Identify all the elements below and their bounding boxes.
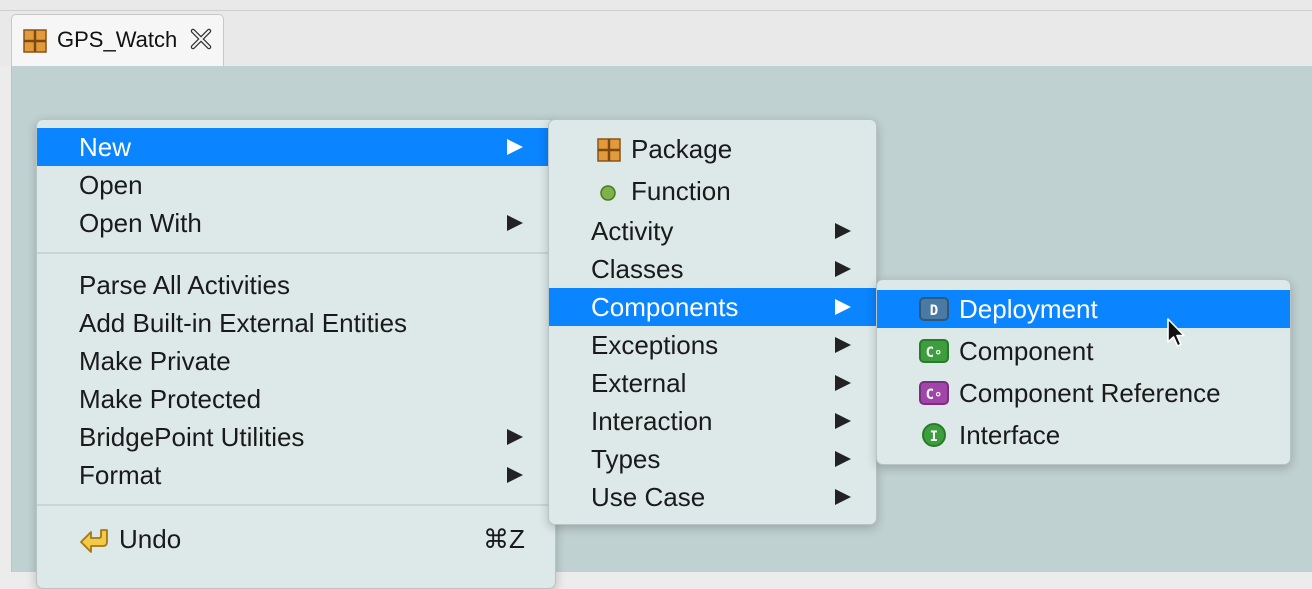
submenu-item-classes[interactable]: Classes (549, 250, 876, 288)
menu-item-undo[interactable]: Undo ⌘Z (37, 520, 555, 558)
menu-item-label: Component (959, 336, 1094, 366)
menu-item-bridgepoint-utilities[interactable]: BridgePoint Utilities (37, 418, 555, 456)
mouse-cursor-icon (1166, 318, 1186, 353)
submenu-arrow-icon (835, 299, 851, 315)
submenu-arrow-icon (835, 375, 851, 391)
menu-item-label: Interface (959, 420, 1061, 450)
deployment-icon: D (919, 297, 949, 321)
submenu-item-exceptions[interactable]: Exceptions (549, 326, 876, 364)
submenu-item-deployment[interactable]: D Deployment (877, 290, 1290, 328)
menu-item-label: Exceptions (591, 330, 719, 360)
menu-item-label: Make Private (79, 346, 231, 376)
menu-item-make-protected[interactable]: Make Protected (37, 380, 555, 418)
submenu-item-component-reference[interactable]: C∘ Component Reference (877, 374, 1290, 412)
editor-tab-bar: GPS_Watch (0, 0, 1312, 66)
menu-item-label: Deployment (959, 294, 1098, 324)
submenu-item-activity[interactable]: Activity (549, 212, 876, 250)
menu-item-label: Make Protected (79, 384, 262, 414)
function-icon (599, 184, 617, 207)
submenu-arrow-icon (835, 451, 851, 467)
editor-tab-title: GPS_Watch (57, 27, 178, 52)
components-submenu: D Deployment C∘ Component C∘ Component R… (876, 279, 1291, 465)
menu-item-label: Format (79, 460, 162, 490)
submenu-arrow-icon (835, 337, 851, 353)
package-icon (23, 29, 47, 58)
new-submenu: Package Function Activity Classes Compon… (548, 119, 877, 525)
close-tab-icon[interactable] (190, 28, 212, 50)
menu-item-open-with[interactable]: Open With (37, 204, 555, 242)
menu-item-label: Types (591, 444, 661, 474)
menu-item-label: New (79, 132, 132, 162)
editor-tab[interactable]: GPS_Watch (11, 14, 224, 66)
interface-icon: I (922, 423, 946, 447)
component-reference-icon: C∘ (919, 381, 949, 405)
menu-item-label: Open (79, 170, 143, 200)
menu-item-open[interactable]: Open (37, 166, 555, 204)
submenu-arrow-icon (835, 413, 851, 429)
submenu-arrow-icon (835, 489, 851, 505)
submenu-item-use-case[interactable]: Use Case (549, 478, 876, 516)
menu-item-add-built-in-external-entities[interactable]: Add Built-in External Entities (37, 304, 555, 342)
submenu-item-components[interactable]: Components (549, 288, 876, 326)
submenu-arrow-icon (507, 139, 523, 155)
submenu-item-package[interactable]: Package (549, 130, 876, 168)
submenu-item-component[interactable]: C∘ Component (877, 332, 1290, 370)
menu-item-label: Function (631, 176, 731, 206)
menu-separator (37, 504, 555, 506)
menu-item-label: Package (631, 134, 733, 164)
package-icon (597, 138, 621, 167)
menu-item-shortcut: ⌘Z (483, 524, 525, 554)
menu-item-format[interactable]: Format (37, 456, 555, 494)
menu-item-label: Activity (591, 216, 674, 246)
menu-item-label: External (591, 368, 687, 398)
component-icon: C∘ (919, 339, 949, 363)
menu-item-label: Parse All Activities (79, 270, 290, 300)
menu-item-new[interactable]: New (37, 128, 555, 166)
context-menu: New Open Open With Parse All Activities … (36, 119, 556, 589)
undo-icon (79, 526, 111, 559)
submenu-arrow-icon (507, 429, 523, 445)
submenu-item-interface[interactable]: I Interface (877, 416, 1290, 454)
submenu-item-interaction[interactable]: Interaction (549, 402, 876, 440)
tab-bar-border (0, 10, 1312, 11)
menu-item-make-private[interactable]: Make Private (37, 342, 555, 380)
menu-item-label: Add Built-in External Entities (79, 308, 408, 338)
menu-item-label: Open With (79, 208, 202, 238)
submenu-item-external[interactable]: External (549, 364, 876, 402)
menu-separator (37, 252, 555, 254)
submenu-arrow-icon (835, 261, 851, 277)
menu-item-label: Use Case (591, 482, 706, 512)
menu-item-label: Components (591, 292, 739, 322)
submenu-arrow-icon (835, 223, 851, 239)
menu-item-label: Undo (119, 524, 182, 554)
menu-item-label: Interaction (591, 406, 713, 436)
submenu-arrow-icon (507, 215, 523, 231)
menu-item-parse-all-activities[interactable]: Parse All Activities (37, 266, 555, 304)
submenu-item-function[interactable]: Function (549, 172, 876, 210)
submenu-arrow-icon (507, 467, 523, 483)
menu-item-label: Classes (591, 254, 684, 284)
menu-item-label: BridgePoint Utilities (79, 422, 305, 452)
menu-item-label: Component Reference (959, 378, 1221, 408)
submenu-item-types[interactable]: Types (549, 440, 876, 478)
